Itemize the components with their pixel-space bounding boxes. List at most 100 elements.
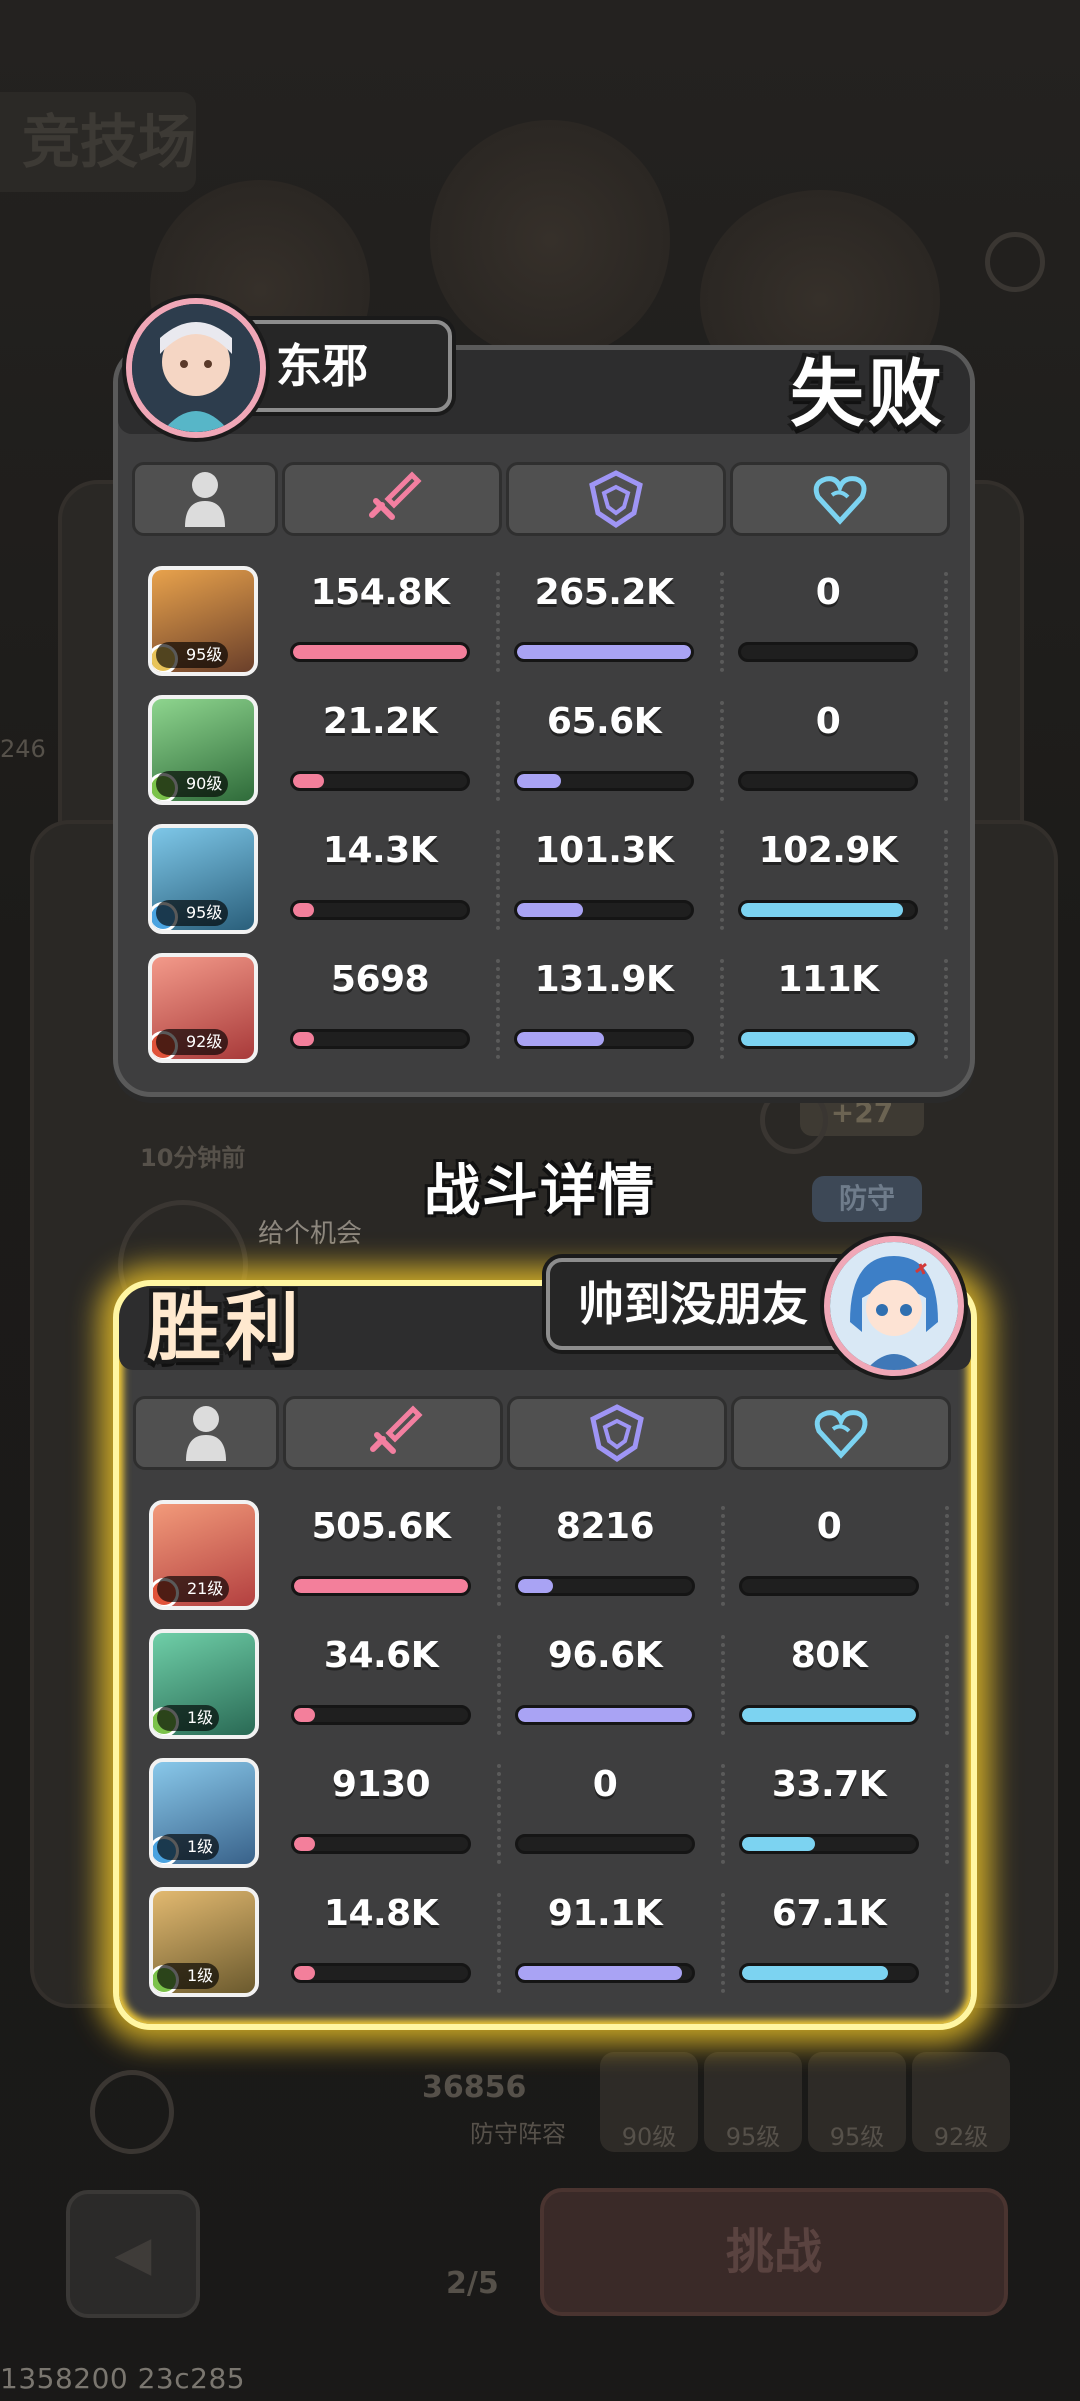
damage-stat: 505.6K bbox=[283, 1496, 479, 1616]
tank-stat: 91.1K bbox=[507, 1883, 703, 2003]
heal-value: 111K bbox=[777, 959, 879, 1000]
sword-icon bbox=[369, 471, 422, 520]
hero-portrait[interactable]: 1级 bbox=[149, 1629, 259, 1739]
damage-bar bbox=[291, 1834, 471, 1854]
hero-icon bbox=[185, 472, 225, 527]
heal-bar-fill bbox=[742, 1837, 816, 1851]
bg-team-level: 95级 bbox=[704, 2052, 802, 2152]
divider bbox=[720, 572, 724, 672]
tank-bar-fill bbox=[518, 1708, 692, 1722]
tank-bar bbox=[514, 1029, 694, 1049]
hero-level: 95级 bbox=[156, 642, 229, 668]
heal-stat: 80K bbox=[731, 1625, 927, 1745]
tank-stat: 265.2K bbox=[506, 562, 702, 682]
tank-value: 101.3K bbox=[534, 830, 674, 871]
heal-value: 33.7K bbox=[771, 1764, 887, 1805]
divider bbox=[496, 959, 500, 1059]
heart-icon bbox=[813, 476, 867, 525]
heal-column-header bbox=[730, 462, 950, 536]
loser-player-name: 东邪 bbox=[276, 339, 368, 393]
damage-bar-fill bbox=[294, 1579, 468, 1593]
hero-level: 95级 bbox=[156, 900, 229, 926]
damage-bar-fill bbox=[293, 645, 467, 659]
damage-bar bbox=[290, 1029, 470, 1049]
heal-bar bbox=[738, 1029, 918, 1049]
hero-portrait[interactable]: 1级 bbox=[149, 1887, 259, 1997]
damage-column-header bbox=[283, 1396, 503, 1470]
tank-bar bbox=[515, 1834, 695, 1854]
loser-hero-row: 95级 154.8K 265.2K 0 bbox=[132, 562, 956, 682]
tank-stat: 0 bbox=[507, 1754, 703, 1874]
tank-stat: 96.6K bbox=[507, 1625, 703, 1745]
victory-label: 胜利 bbox=[147, 1285, 303, 1371]
heal-value: 80K bbox=[790, 1635, 868, 1676]
hero-portrait[interactable]: 92级 bbox=[148, 953, 258, 1063]
damage-bar bbox=[290, 900, 470, 920]
hero-level: 1级 bbox=[157, 1834, 220, 1860]
damage-value: 9130 bbox=[331, 1764, 431, 1805]
bg-team-level: 95级 bbox=[808, 2052, 906, 2152]
loser-hero-row: 95级 14.3K 101.3K 102.9K bbox=[132, 820, 956, 940]
loser-avatar[interactable] bbox=[126, 298, 266, 438]
tank-column-header bbox=[507, 1396, 727, 1470]
winner-hero-row: 1级 14.8K 91.1K 67.1K bbox=[133, 1883, 957, 2003]
tank-value: 0 bbox=[592, 1764, 618, 1805]
heal-bar-fill bbox=[741, 903, 903, 917]
damage-bar-fill bbox=[293, 774, 325, 788]
divider bbox=[944, 959, 948, 1059]
hero-portrait[interactable]: 90级 bbox=[148, 695, 258, 805]
player-portrait-icon bbox=[830, 1242, 958, 1370]
heal-bar bbox=[739, 1834, 919, 1854]
bg-hero-center bbox=[430, 120, 670, 360]
heal-stat: 0 bbox=[731, 1496, 927, 1616]
damage-bar bbox=[291, 1576, 471, 1596]
tank-value: 91.1K bbox=[547, 1893, 663, 1934]
divider bbox=[944, 830, 948, 930]
divider bbox=[945, 1893, 949, 1993]
bg-challenge-button: 挑战 bbox=[540, 2188, 1008, 2316]
bg-back-button: ◀ bbox=[66, 2190, 200, 2318]
heal-value: 102.9K bbox=[758, 830, 898, 871]
arena-title: 竞技场 bbox=[0, 92, 196, 192]
hero-level: 92级 bbox=[156, 1029, 229, 1055]
divider bbox=[721, 1506, 725, 1606]
divider bbox=[721, 1764, 725, 1864]
divider bbox=[721, 1635, 725, 1735]
hero-portrait[interactable]: 21级 bbox=[149, 1500, 259, 1610]
winner-avatar[interactable] bbox=[824, 1236, 964, 1376]
hero-level: 90级 bbox=[156, 771, 229, 797]
player-portrait-icon bbox=[132, 304, 260, 432]
damage-value: 14.3K bbox=[322, 830, 438, 871]
build-id: 1358200 23c285 bbox=[0, 2362, 246, 2395]
tank-bar-fill bbox=[518, 1579, 553, 1593]
divider bbox=[944, 572, 948, 672]
hero-portrait[interactable]: 1级 bbox=[149, 1758, 259, 1868]
winner-hero-row: 21级 505.6K 8216 0 bbox=[133, 1496, 957, 1616]
heal-bar bbox=[739, 1705, 919, 1725]
damage-bar bbox=[290, 771, 470, 791]
loser-panel: 失败 95级 154.8K 265.2K 0 90级 21.2K 65.6K 0… bbox=[113, 345, 975, 1097]
damage-bar bbox=[291, 1963, 471, 1983]
bg-attempts: 2/5 bbox=[446, 2266, 499, 2301]
damage-bar bbox=[291, 1705, 471, 1725]
heal-bar bbox=[739, 1576, 919, 1596]
tank-bar bbox=[515, 1576, 695, 1596]
loser-hero-row: 90级 21.2K 65.6K 0 bbox=[132, 691, 956, 811]
heal-stat: 102.9K bbox=[730, 820, 926, 940]
hero-portrait[interactable]: 95级 bbox=[148, 824, 258, 934]
divider bbox=[944, 701, 948, 801]
damage-value: 5698 bbox=[330, 959, 430, 1000]
damage-bar-fill bbox=[294, 1708, 315, 1722]
tank-bar-fill bbox=[517, 1032, 604, 1046]
hero-portrait[interactable]: 95级 bbox=[148, 566, 258, 676]
heal-column-header bbox=[731, 1396, 951, 1470]
heal-bar-fill bbox=[742, 1966, 889, 1980]
divider bbox=[496, 830, 500, 930]
heal-value: 67.1K bbox=[771, 1893, 887, 1934]
damage-value: 154.8K bbox=[310, 572, 450, 613]
damage-value: 505.6K bbox=[311, 1506, 451, 1547]
damage-stat: 5698 bbox=[282, 949, 478, 1069]
divider bbox=[497, 1635, 501, 1735]
loser-column-headers bbox=[132, 462, 956, 536]
divider bbox=[496, 701, 500, 801]
